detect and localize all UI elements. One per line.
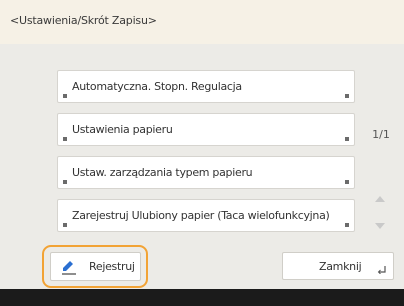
enter-icon	[377, 266, 386, 274]
bottom-bar	[0, 289, 404, 306]
menu-item-favorite-paper[interactable]: Zarejestruj Ulubiony papier (Taca wielof…	[57, 199, 355, 232]
scroll-down-icon	[375, 223, 385, 229]
menu-item-paper-type-management[interactable]: Ustaw. zarządzania typem papieru	[57, 156, 355, 189]
corner-marker-icon	[63, 223, 67, 227]
close-label: Zamknij	[319, 260, 362, 273]
page-title: <Ustawienia/Skrót Zapisu>	[10, 14, 157, 27]
corner-marker-icon	[345, 94, 349, 98]
corner-marker-icon	[345, 223, 349, 227]
scroll-down-button[interactable]	[370, 217, 390, 235]
register-label: Rejestruj	[89, 260, 135, 273]
scroll-up-icon	[375, 196, 385, 202]
corner-marker-icon	[345, 137, 349, 141]
menu-item-paper-settings[interactable]: Ustawienia papieru	[57, 113, 355, 146]
menu-item-label: Automatyczna. Stopn. Regulacja	[72, 80, 242, 93]
corner-marker-icon	[345, 180, 349, 184]
title-bar: <Ustawienia/Skrót Zapisu>	[0, 0, 404, 44]
corner-marker-icon	[63, 137, 67, 141]
page-indicator: 1/1	[372, 128, 390, 141]
menu-item-label: Ustaw. zarządzania typem papieru	[72, 166, 253, 179]
close-button[interactable]: Zamknij	[282, 252, 394, 280]
corner-marker-icon	[63, 94, 67, 98]
pen-register-icon	[62, 261, 76, 275]
menu-item-label: Ustawienia papieru	[72, 123, 173, 136]
menu-item-label: Zarejestruj Ulubiony papier (Taca wielof…	[72, 209, 330, 222]
register-button[interactable]: Rejestruj	[50, 252, 141, 281]
menu-item-auto-gradation[interactable]: Automatyczna. Stopn. Regulacja	[57, 70, 355, 103]
scroll-up-button[interactable]	[370, 190, 390, 208]
register-highlight: Rejestruj	[42, 245, 148, 288]
corner-marker-icon	[63, 180, 67, 184]
